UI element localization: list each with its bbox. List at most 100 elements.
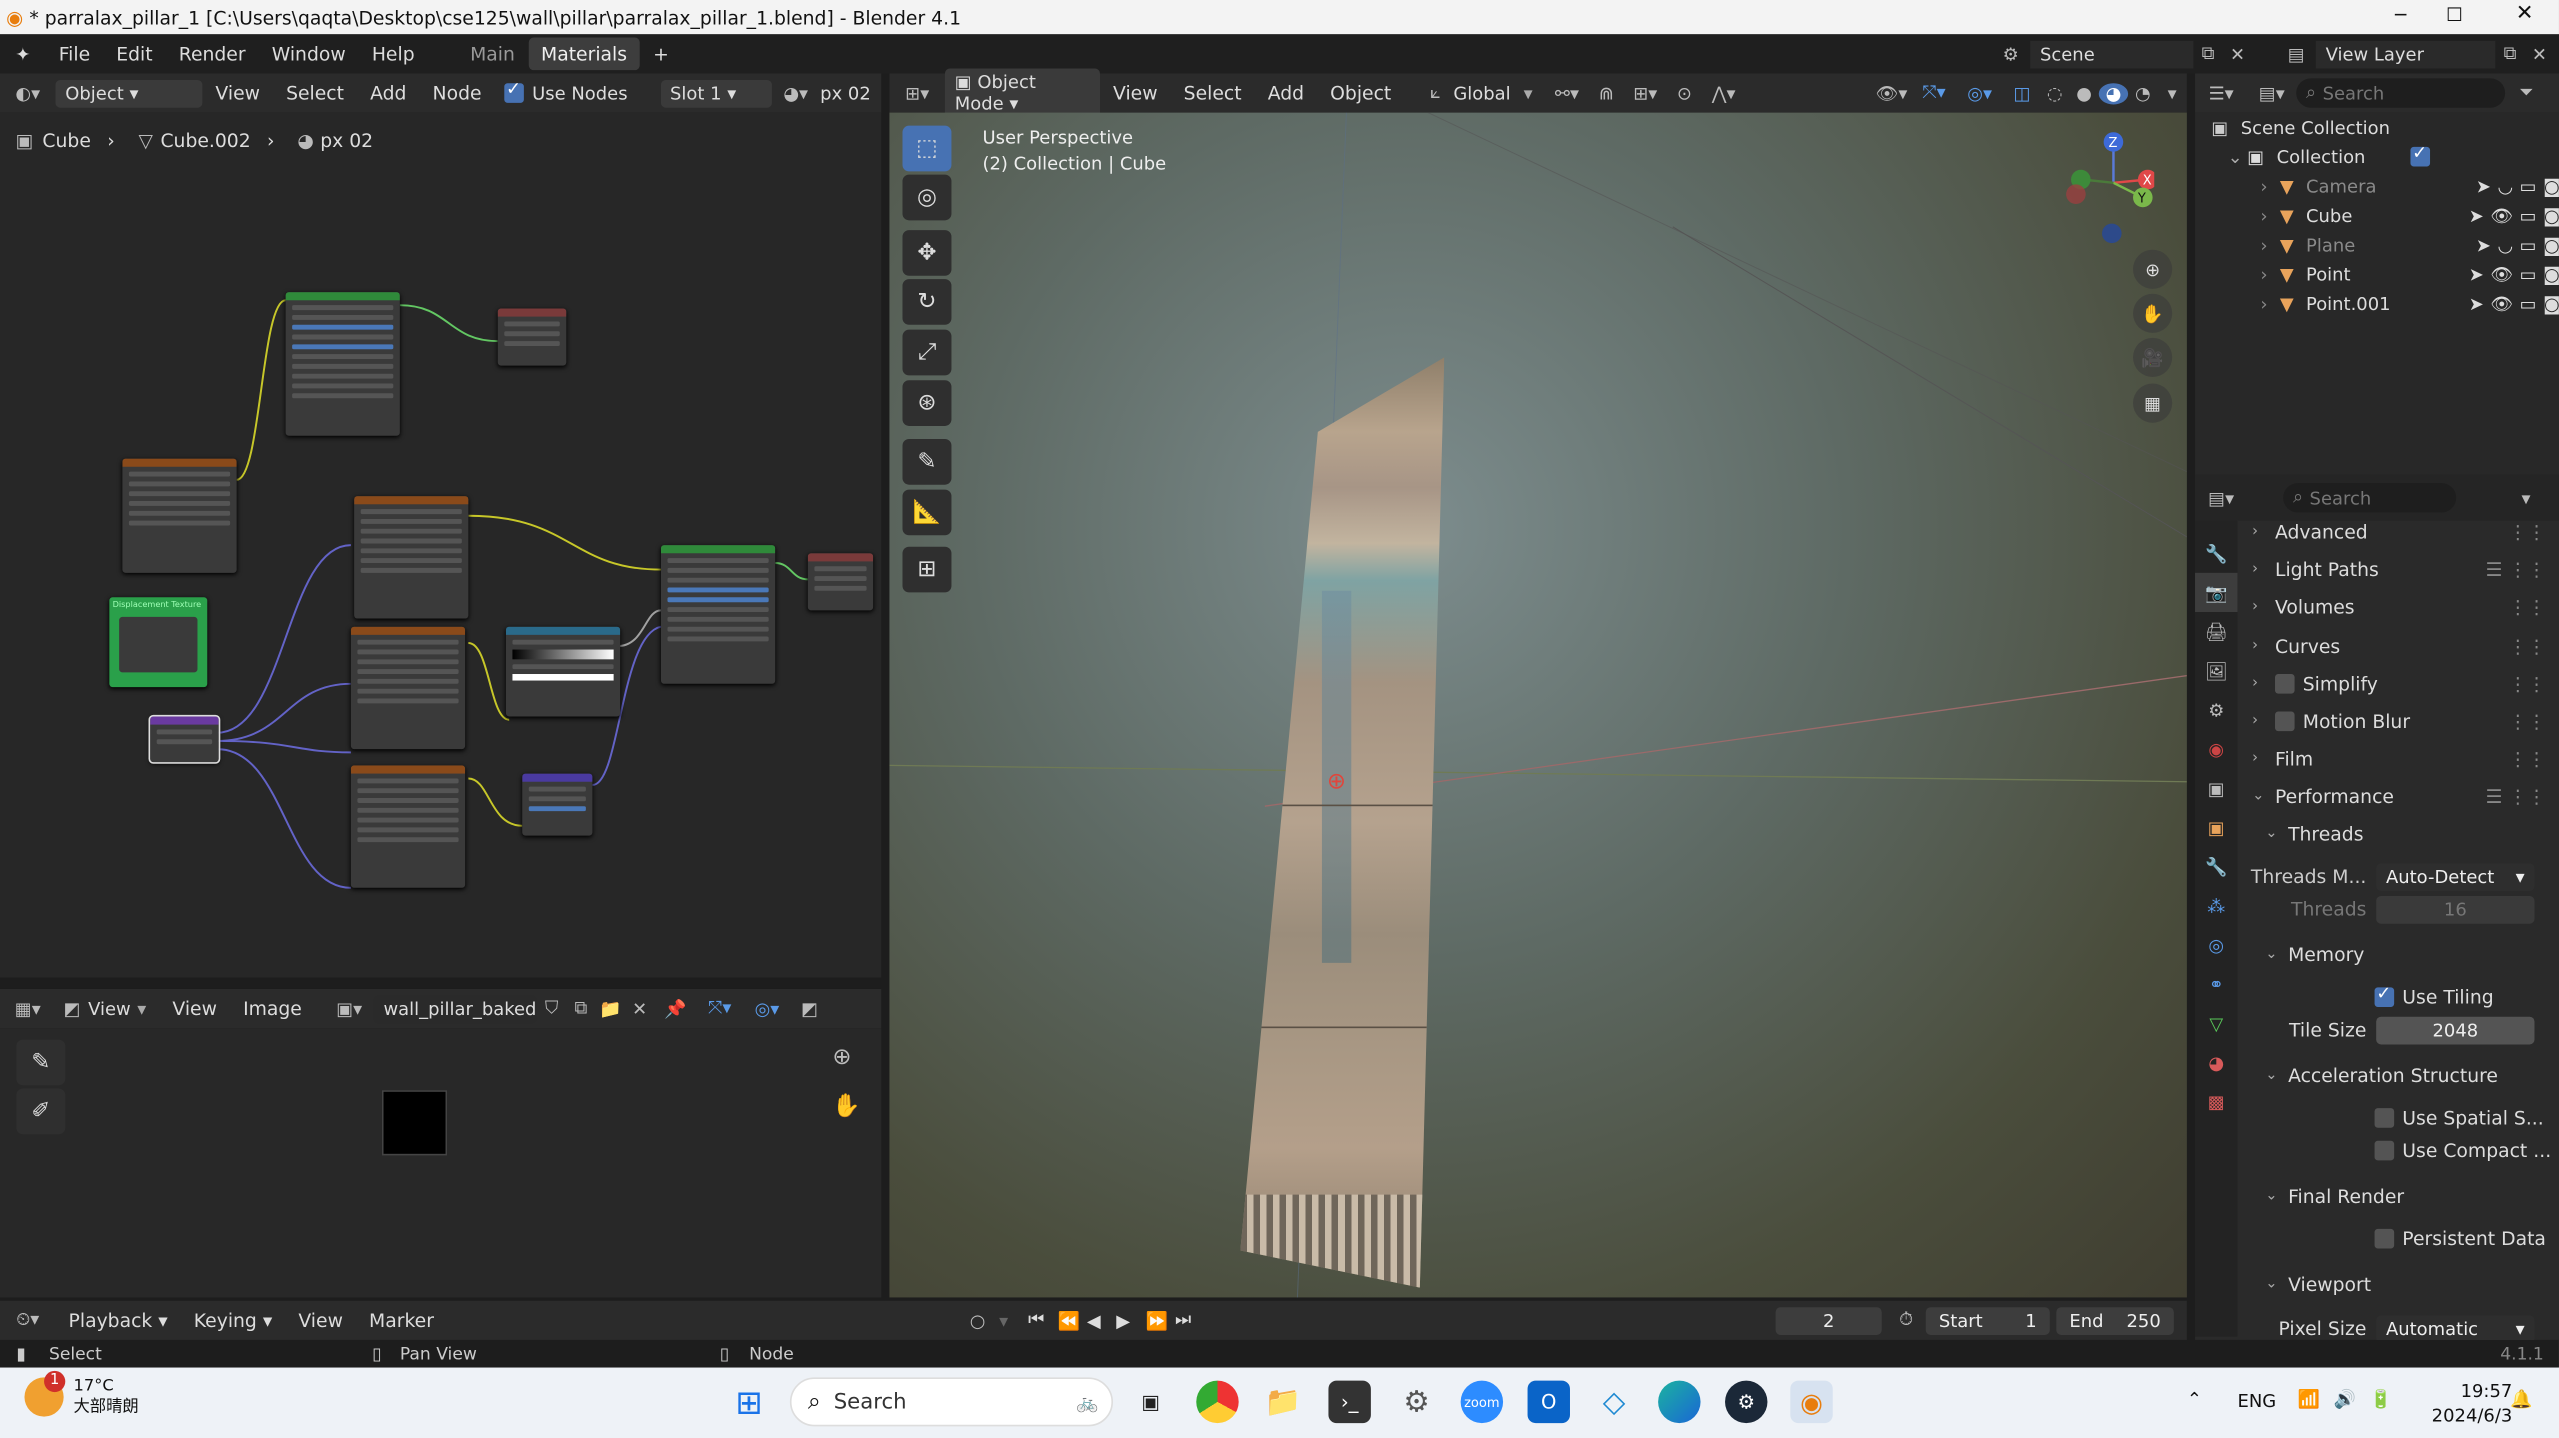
particles-tab-icon[interactable]: ⁂ bbox=[2195, 886, 2237, 925]
add-cube-tool-icon[interactable]: ⊞ bbox=[902, 546, 952, 593]
notification-bell-icon[interactable]: 🔔 bbox=[2510, 1389, 2532, 1410]
weather-widget[interactable]: 1 17°C 大部晴朗 bbox=[24, 1370, 139, 1418]
persistent-data-row[interactable]: Persistent Data bbox=[2374, 1221, 2559, 1257]
node-menu-add[interactable]: Add bbox=[357, 82, 419, 105]
timeline-menu-view[interactable]: View bbox=[285, 1309, 356, 1332]
file-explorer-icon[interactable]: 📁 bbox=[1262, 1381, 1304, 1423]
timeline-menu-keying[interactable]: Keying ▾ bbox=[181, 1309, 286, 1332]
viewport-menu-select[interactable]: Select bbox=[1171, 82, 1255, 105]
viewport-editor-type-icon[interactable]: ⊞▾ bbox=[889, 82, 944, 103]
new-image-icon[interactable]: ⧉ bbox=[566, 997, 595, 1020]
properties-search-input[interactable]: ⌕ Search bbox=[2283, 483, 2457, 513]
world-tab-icon[interactable]: ◉ bbox=[2195, 730, 2237, 769]
scale-tool-icon[interactable]: ⤢ bbox=[902, 329, 952, 376]
wifi-icon[interactable]: 📶 bbox=[2298, 1389, 2320, 1410]
delete-view-layer-icon[interactable]: ✕ bbox=[2525, 43, 2554, 64]
annotate-tool-icon[interactable]: ✐ bbox=[16, 1088, 66, 1135]
render-disable-icon[interactable]: ◙ bbox=[2543, 175, 2559, 196]
end-frame-field[interactable]: End 250 bbox=[2056, 1306, 2174, 1335]
panel-film[interactable]: › Film ⋮⋮ bbox=[2252, 741, 2546, 777]
modifier-tab-icon[interactable]: 🔧 bbox=[2195, 847, 2237, 886]
use-compact-checkbox[interactable] bbox=[2374, 1140, 2395, 1161]
view-layer-selector[interactable]: ▤ View Layer ⧉ ✕ bbox=[2277, 38, 2554, 71]
use-compact-row[interactable]: Use Compact ... bbox=[2374, 1133, 2559, 1169]
panel-enable-checkbox[interactable] bbox=[2275, 674, 2295, 694]
physics-tab-icon[interactable]: ◎ bbox=[2195, 925, 2237, 964]
volume-icon[interactable]: 🔊 bbox=[2334, 1389, 2356, 1410]
material-browse-icon[interactable]: ◕▾ bbox=[771, 82, 820, 103]
orientation-dropdown[interactable]: Global bbox=[1453, 82, 1510, 103]
viewport-disable-icon[interactable]: ▭ bbox=[2520, 234, 2537, 255]
image-name-field[interactable]: wall_pillar_baked bbox=[373, 994, 537, 1023]
final-render-section-header[interactable]: ⌄ Final Render bbox=[2265, 1178, 2559, 1214]
minimize-button[interactable]: ─ bbox=[2383, 3, 2419, 26]
start-menu-icon[interactable]: ⊞ bbox=[728, 1381, 770, 1423]
mapping-node[interactable] bbox=[148, 714, 221, 764]
texture-tab-icon[interactable]: ▩ bbox=[2195, 1082, 2237, 1121]
outliner-item-cube[interactable]: › ▼ Cube ➤ 👁 ▭ ◙ bbox=[2260, 201, 2559, 230]
camera-view-icon[interactable]: 🎥 bbox=[2133, 337, 2173, 377]
battery-icon[interactable]: 🔋 bbox=[2370, 1389, 2392, 1410]
maximize-button[interactable]: ☐ bbox=[2437, 3, 2473, 26]
object-type-dropdown[interactable]: Object ▾ bbox=[55, 79, 203, 107]
jump-start-icon[interactable]: ⏮ bbox=[1028, 1309, 1057, 1332]
principled-bsdf-node[interactable] bbox=[285, 292, 400, 436]
image-view-mode-icon[interactable]: ◩ bbox=[55, 998, 88, 1019]
selectable-icon[interactable]: ➤ bbox=[2469, 293, 2484, 314]
panel-volumes[interactable]: › Volumes ⋮⋮ bbox=[2252, 589, 2546, 625]
outliner-type-icon[interactable]: ☰▾ bbox=[2195, 82, 2247, 103]
settings-icon[interactable]: ⚙ bbox=[1395, 1381, 1437, 1423]
filter-icon[interactable]: ⏷ bbox=[2505, 82, 2547, 105]
select-box-tool-icon[interactable]: ⬚ bbox=[902, 125, 952, 172]
outlook-icon[interactable]: O bbox=[1527, 1380, 1570, 1424]
use-nodes-checkbox[interactable] bbox=[504, 78, 524, 103]
zoom-app-icon[interactable]: zoom bbox=[1460, 1380, 1504, 1424]
menu-window[interactable]: Window bbox=[259, 42, 359, 65]
play-icon[interactable]: ▶ bbox=[1116, 1310, 1145, 1331]
tab-materials[interactable]: Materials bbox=[527, 37, 641, 71]
tray-chevron-icon[interactable]: ⌃ bbox=[2187, 1389, 2202, 1410]
shading-options-icon[interactable]: ▾ bbox=[2158, 82, 2187, 103]
node-menu-view[interactable]: View bbox=[202, 82, 273, 105]
taskbar-search-box[interactable]: ⌕ Search 🚲 bbox=[789, 1377, 1114, 1427]
object-mode-dropdown[interactable]: ▣ Object Mode ▾ bbox=[944, 68, 1100, 118]
viewport-disable-icon[interactable]: ▭ bbox=[2520, 205, 2537, 226]
clock-icon[interactable]: ⏱ bbox=[1893, 1309, 1919, 1332]
outliner-item-point-001[interactable]: › ▼ Point.001 ➤ 👁 ▭ ◙ bbox=[2260, 289, 2559, 318]
cursor-tool-icon[interactable]: ◎ bbox=[902, 174, 952, 221]
navigation-gizmo[interactable]: Z X Y bbox=[2056, 126, 2158, 257]
use-spatial-row[interactable]: Use Spatial S... bbox=[2374, 1100, 2559, 1136]
timeline-type-icon[interactable]: ⏲▾ bbox=[0, 1309, 55, 1332]
persistent-data-checkbox[interactable] bbox=[2374, 1228, 2395, 1249]
next-keyframe-icon[interactable]: ⏩ bbox=[1146, 1310, 1175, 1331]
image-texture-node-roughness[interactable] bbox=[350, 626, 466, 750]
xray-icon[interactable]: ◫ bbox=[2004, 82, 2040, 103]
keying-set-icon[interactable]: ▾ bbox=[992, 1310, 1015, 1331]
tool-tab-icon[interactable]: 🔧 bbox=[2195, 534, 2237, 573]
image-menu-view[interactable]: View bbox=[159, 997, 230, 1020]
editor-type-icon[interactable]: ◐▾ bbox=[0, 82, 55, 103]
image-menu-image[interactable]: Image bbox=[230, 997, 315, 1020]
visibility-eye-icon[interactable]: ◡ bbox=[2497, 175, 2513, 196]
timeline-menu-playback[interactable]: Playback ▾ bbox=[55, 1309, 180, 1332]
steam-icon[interactable]: ⚙ bbox=[1725, 1380, 1768, 1424]
viewport-disable-icon[interactable]: ▭ bbox=[2520, 293, 2537, 314]
shading-wireframe-icon[interactable]: ◌ bbox=[2040, 82, 2069, 103]
panel-advanced[interactable]: › Advanced ⋮⋮ bbox=[2252, 514, 2546, 550]
transform-tool-icon[interactable]: ⊛ bbox=[902, 380, 952, 426]
collection-tab-icon[interactable]: ▣ bbox=[2195, 769, 2237, 808]
output-tab-icon[interactable]: 🖨 bbox=[2195, 612, 2237, 651]
snap-increment-icon[interactable]: ⊞▾ bbox=[1624, 82, 1666, 103]
outliner-item-point[interactable]: › ▼ Point ➤ 👁 ▭ ◙ bbox=[2260, 259, 2559, 288]
selectable-icon[interactable]: ➤ bbox=[2469, 264, 2484, 285]
pan-hand-icon[interactable]: ✋ bbox=[832, 1093, 860, 1119]
visibility-icon[interactable]: 👁▾ bbox=[1870, 82, 1912, 103]
viewport-canvas[interactable]: ⊕ User Perspective (2) Collection | Cube… bbox=[889, 112, 2187, 1298]
overlay-icon[interactable]: ◎▾ bbox=[743, 998, 792, 1019]
clock[interactable]: 19:57 2024/6/3 bbox=[2432, 1379, 2513, 1428]
viewport-menu-view[interactable]: View bbox=[1100, 82, 1171, 105]
panel-light-paths[interactable]: › Light Paths ☰ ⋮⋮ bbox=[2252, 552, 2546, 588]
gizmo-toggle-icon[interactable]: ⤧▾ bbox=[1913, 82, 1955, 105]
zoom-icon[interactable]: ⊕ bbox=[832, 1044, 851, 1070]
node-menu-select[interactable]: Select bbox=[273, 82, 357, 105]
